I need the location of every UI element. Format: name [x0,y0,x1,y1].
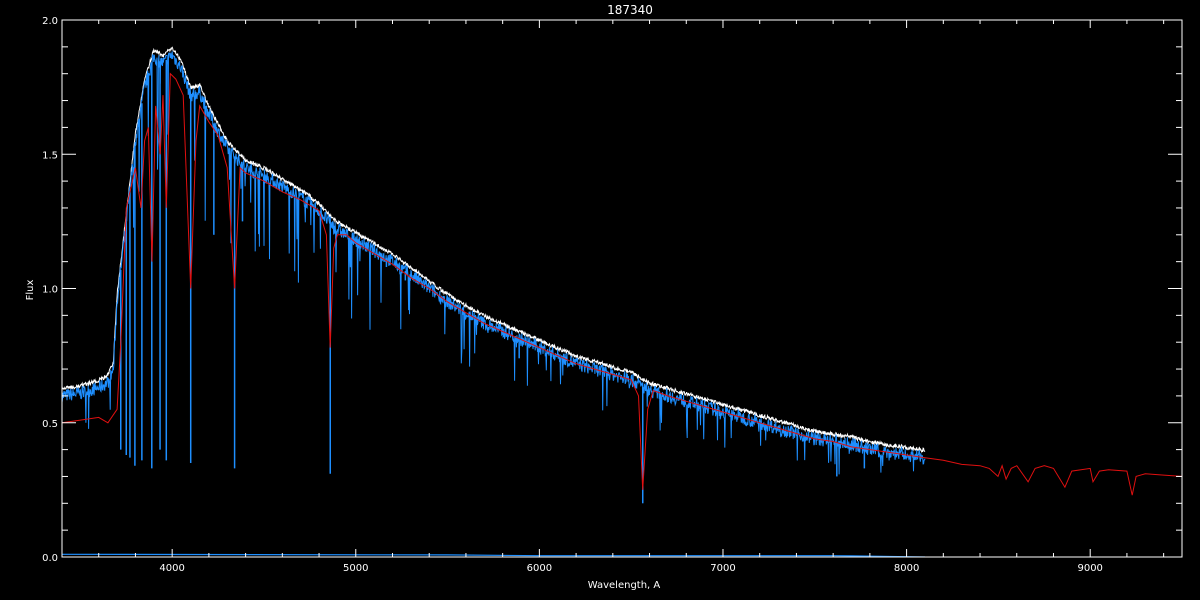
x-tick-label: 9000 [1077,563,1102,574]
y-tick-label: 2.0 [42,16,58,27]
y-tick-label: 1.0 [42,285,58,296]
spectrum-chart: 187340 Wavelength, A Flux 4000 5000 6000 70… [0,0,1200,600]
chart-title: 187340 [607,3,653,17]
y-axis-label: Flux [25,280,36,301]
x-tick-label: 7000 [710,563,735,574]
y-tick-label: 0.5 [42,419,58,430]
y-tick-label: 0.0 [42,553,58,564]
x-tick-label: 6000 [527,563,552,574]
x-tick-label: 5000 [343,563,368,574]
x-axis-label: Wavelength, A [588,580,661,591]
plot-background [0,0,1200,600]
x-tick-label: 8000 [894,563,919,574]
x-tick-label: 4000 [159,563,184,574]
y-tick-label: 1.5 [42,150,58,161]
